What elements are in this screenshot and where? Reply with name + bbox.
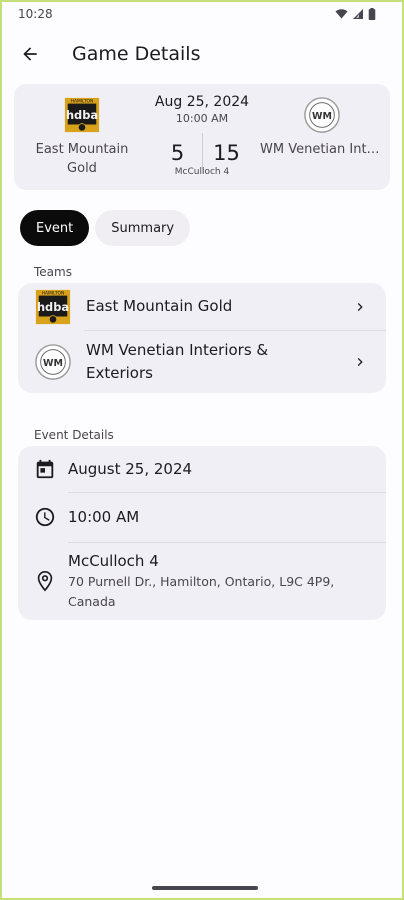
app-bar: Game Details: [2, 32, 402, 76]
location-block: McCulloch 4 70 Purnell Dr., Hamilton, On…: [68, 550, 368, 612]
team-row-home[interactable]: HAMILTON hdba East Mountain Gold: [18, 283, 386, 330]
location-name: McCulloch 4: [68, 552, 159, 570]
logo-hdba-text: hdba: [37, 299, 69, 313]
location-address: 70 Purnell Dr., Hamilton, Ontario, L9C 4…: [68, 574, 335, 609]
logo-hamilton-text: HAMILTON: [71, 99, 94, 105]
back-button[interactable]: [10, 34, 50, 74]
rink-name: McCulloch 4: [174, 167, 230, 177]
tab-summary[interactable]: Summary: [95, 210, 191, 246]
detail-divider: [68, 492, 386, 493]
wm-logo-icon: WM: [35, 344, 71, 380]
logo-wm-text: WM: [312, 111, 332, 122]
detail-location-row[interactable]: McCulloch 4 70 Purnell Dr., Hamilton, On…: [18, 550, 386, 612]
signal-icon: [353, 9, 363, 19]
calendar-icon: [36, 459, 54, 479]
clock-icon: [35, 507, 55, 527]
score-card: HAMILTON hdba East Mountain Gold Aug 25,…: [14, 84, 390, 190]
tab-bar: Event Summary: [20, 210, 191, 246]
battery-icon: [368, 8, 376, 20]
teams-card: HAMILTON hdba East Mountain Gold WM WM V…: [18, 283, 386, 393]
home-score: 5: [170, 141, 185, 165]
home-team-name: East Mountain Gold: [35, 142, 129, 176]
game-time: 10:00 AM: [175, 112, 229, 125]
status-icons: [335, 8, 376, 20]
detail-date-row: August 25, 2024: [18, 458, 386, 480]
teams-section-label: Teams: [34, 265, 72, 279]
team-row-name: WM Venetian Interiors & Exteriors: [86, 341, 269, 382]
team-row-away[interactable]: WM WM Venetian Interiors & Exteriors: [18, 331, 386, 393]
detail-divider: [68, 542, 386, 543]
home-indicator[interactable]: [152, 886, 258, 890]
status-time: 10:28: [18, 7, 53, 21]
status-bar: 10:28: [2, 2, 402, 26]
wm-logo-icon: WM: [304, 97, 340, 133]
game-date: Aug 25, 2024: [154, 94, 250, 110]
hdba-logo-icon: HAMILTON hdba: [35, 289, 71, 324]
away-score: 15: [213, 141, 240, 165]
detail-date: August 25, 2024: [68, 460, 193, 478]
location-pin-icon: [37, 571, 53, 592]
page-title: Game Details: [72, 43, 201, 65]
away-team[interactable]: WM WM Venetian Interiors & Exteriors: [258, 96, 386, 159]
arrow-back-icon: [23, 47, 37, 61]
detail-time-row: 10:00 AM: [18, 506, 386, 528]
wifi-icon: [335, 9, 348, 19]
logo-hamilton-text: HAMILTON: [42, 290, 65, 296]
event-details-section-label: Event Details: [34, 428, 114, 442]
hdba-logo-icon: HAMILTON hdba: [64, 97, 100, 133]
chevron-right-icon: [357, 358, 363, 366]
home-team[interactable]: HAMILTON hdba East Mountain Gold: [18, 96, 146, 178]
away-team-name: WM Venetian Interiors & Exteriors: [260, 142, 384, 157]
tab-event[interactable]: Event: [20, 210, 90, 246]
detail-time: 10:00 AM: [68, 508, 140, 526]
chevron-right-icon: [357, 302, 363, 311]
logo-wm-text: WM: [43, 358, 63, 369]
team-row-name: East Mountain Gold: [86, 297, 233, 315]
event-details-card: August 25, 2024 10:00 AM McCulloch 4 70 …: [18, 446, 386, 620]
game-center-info: Aug 25, 2024 10:00 AM 5 15 McCulloch 4: [142, 94, 262, 177]
logo-hdba-text: hdba: [66, 108, 98, 122]
